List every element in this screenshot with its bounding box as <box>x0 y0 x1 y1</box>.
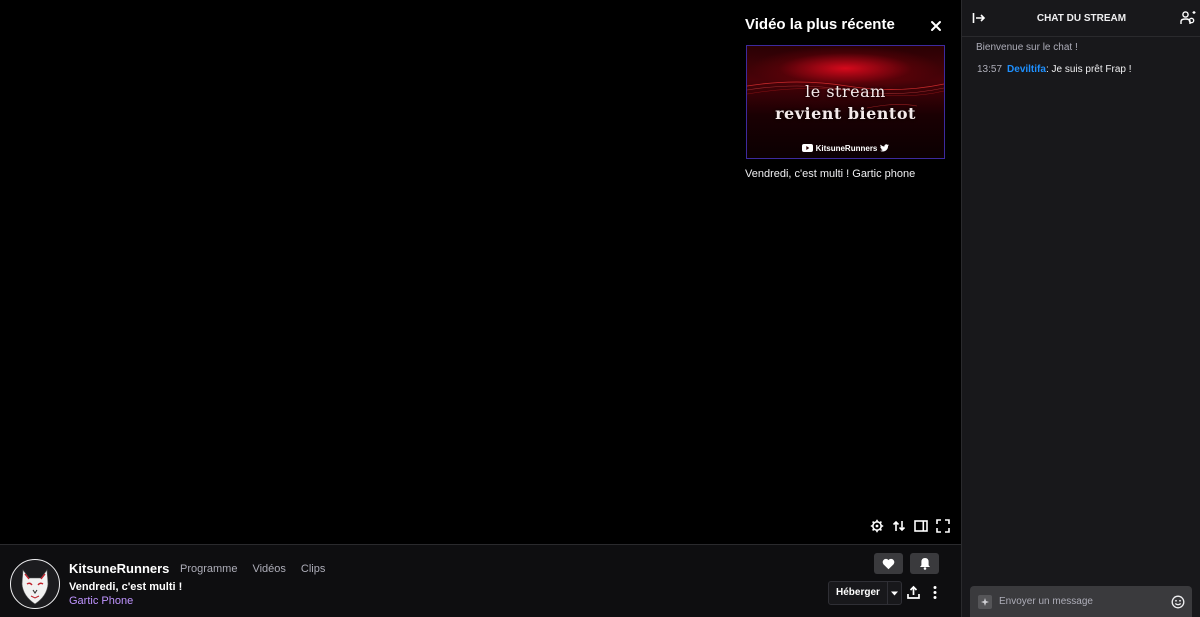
nav-programme[interactable]: Programme <box>180 563 237 575</box>
player-controls <box>869 517 950 534</box>
community-users-icon[interactable] <box>1180 10 1196 26</box>
chat-input-box <box>970 586 1192 617</box>
chat-panel: CHAT DU STREAM Bienvenue sur le chat ! 1… <box>961 0 1200 617</box>
fullscreen-icon[interactable] <box>935 517 950 534</box>
latest-video-thumbnail[interactable]: le stream revient bientot KitsuneRunners <box>746 45 945 159</box>
overlay-title: Vidéo la plus récente <box>745 16 895 33</box>
twitter-icon <box>880 144 890 152</box>
more-options-icon[interactable] <box>929 585 941 600</box>
latest-video-description[interactable]: Vendredi, c'est multi ! Gartic phone <box>745 168 915 180</box>
host-button-group: Héberger <box>828 581 902 605</box>
follow-button[interactable] <box>874 553 903 574</box>
close-icon[interactable] <box>927 17 945 35</box>
channel-nav: Programme Vidéos Clips <box>180 563 325 575</box>
channel-name[interactable]: KitsuneRunners <box>69 561 169 576</box>
message-separator: : <box>1045 64 1049 75</box>
settings-icon[interactable] <box>869 517 884 534</box>
fox-mask-icon <box>21 569 49 605</box>
share-icon[interactable] <box>906 585 921 600</box>
bell-icon <box>919 558 930 570</box>
thumbnail-text-line1: le stream <box>805 82 886 101</box>
thumbnail-brand-name: KitsuneRunners <box>815 143 878 153</box>
thumbnail-brand: KitsuneRunners <box>747 142 944 154</box>
nav-videos[interactable]: Vidéos <box>252 563 285 575</box>
emote-picker-icon[interactable] <box>1171 595 1185 609</box>
youtube-icon <box>801 144 813 152</box>
chat-welcome-message: Bienvenue sur le chat ! <box>976 42 1078 53</box>
notifications-button[interactable] <box>910 553 939 574</box>
channel-points-icon[interactable] <box>978 594 992 609</box>
message-timestamp: 13:57 <box>977 64 1003 75</box>
message-username[interactable]: Deviltifa <box>1007 64 1046 75</box>
caret-down-icon <box>890 591 898 595</box>
swap-icon[interactable] <box>891 517 906 534</box>
stream-title: Vendredi, c'est multi ! <box>69 581 183 593</box>
theatre-mode-icon[interactable] <box>913 517 928 534</box>
host-button[interactable]: Héberger <box>829 582 887 604</box>
thumbnail-text-line2: revient bientot <box>775 104 916 123</box>
nav-clips[interactable]: Clips <box>301 563 325 575</box>
heart-icon <box>882 558 895 569</box>
chat-message: 13:57 Deviltifa: Je suis prêt Frap ! <box>977 64 1132 75</box>
game-link[interactable]: Gartic Phone <box>69 595 133 607</box>
chat-message-input[interactable] <box>999 596 1171 607</box>
avatar[interactable] <box>10 559 60 609</box>
channel-info-bar: KitsuneRunners Programme Vidéos Clips Ve… <box>0 544 961 617</box>
chat-header: CHAT DU STREAM <box>962 0 1200 37</box>
host-dropdown[interactable] <box>886 582 901 604</box>
chat-title: CHAT DU STREAM <box>1036 13 1127 24</box>
video-player[interactable]: Vidéo la plus récente le stream revient … <box>0 0 961 544</box>
message-text: Je suis prêt Frap ! <box>1051 64 1132 75</box>
